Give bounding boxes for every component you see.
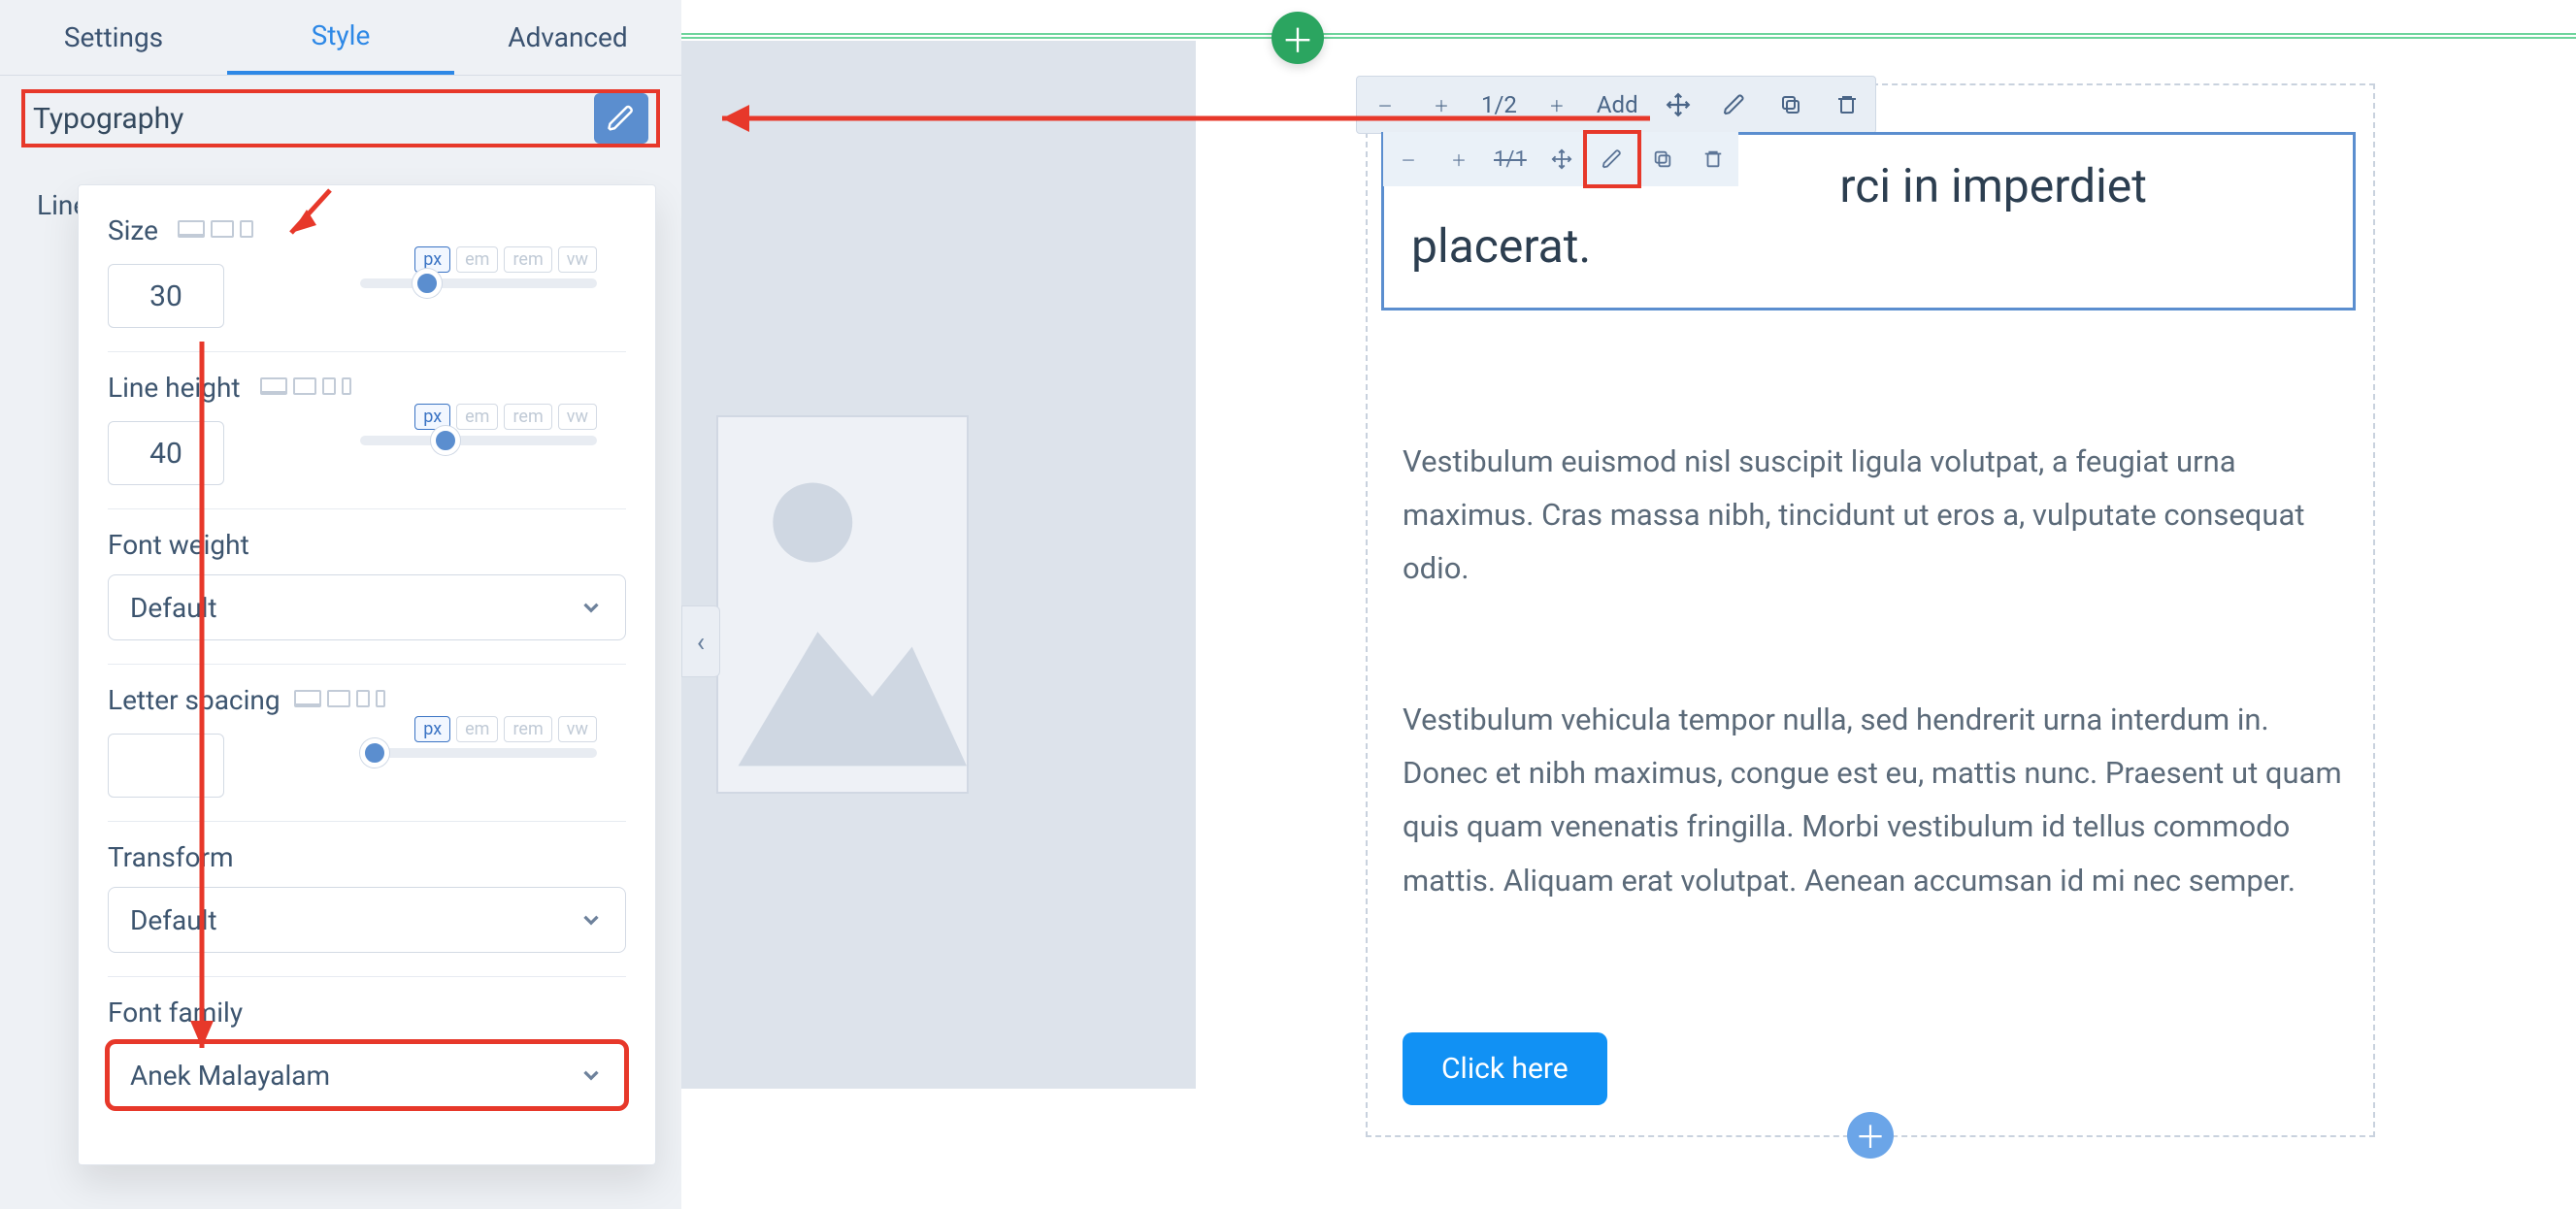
font-weight-select[interactable]: Default <box>108 574 626 640</box>
trash-icon[interactable] <box>1819 76 1875 134</box>
pencil-icon[interactable] <box>594 93 648 144</box>
size-label: Size <box>108 214 158 246</box>
plus-icon[interactable]: ＋ <box>1529 76 1585 134</box>
tab-style[interactable]: Style <box>227 0 454 75</box>
font-weight-value: Default <box>130 592 217 624</box>
unit-px[interactable]: px <box>414 246 450 273</box>
element-toolbar: － ＋ 1/1 <box>1383 132 1738 186</box>
plus-icon[interactable]: ＋ <box>1413 76 1470 134</box>
image-placeholder[interactable] <box>716 415 969 794</box>
image-icon <box>718 417 967 792</box>
typography-flyout: Size px em rem vw 30 Line height px em r… <box>78 184 656 1165</box>
unit-px[interactable]: px <box>414 716 450 742</box>
chevron-down-icon <box>578 595 604 620</box>
add-label[interactable]: Add <box>1585 76 1650 134</box>
chevron-down-icon <box>578 907 604 932</box>
size-input[interactable]: 30 <box>108 264 224 328</box>
letter-spacing-group: Letter spacing px em rem vw <box>108 665 626 822</box>
trash-icon[interactable] <box>1688 134 1738 184</box>
tab-settings[interactable]: Settings <box>0 0 227 75</box>
typography-section-header[interactable]: Typography <box>21 89 660 147</box>
duplicate-icon[interactable] <box>1637 134 1688 184</box>
move-icon[interactable] <box>1536 134 1587 184</box>
unit-rem[interactable]: rem <box>504 246 551 273</box>
cta-button[interactable]: Click here <box>1403 1032 1607 1105</box>
collapse-panel-button[interactable]: ‹ <box>681 605 720 677</box>
line-height-label: Line height <box>108 372 241 404</box>
duplicate-icon[interactable] <box>1763 76 1819 134</box>
unit-vw[interactable]: vw <box>558 404 597 430</box>
letter-spacing-slider[interactable] <box>360 748 597 758</box>
inspector-tabs: Settings Style Advanced <box>0 0 681 76</box>
line-height-slider[interactable] <box>360 436 597 445</box>
unit-em[interactable]: em <box>456 404 498 430</box>
transform-group: Transform Default <box>108 822 626 977</box>
font-family-select[interactable]: Anek Malayalam <box>108 1042 626 1108</box>
element-ratio: 1/1 <box>1484 134 1536 184</box>
chevron-down-icon <box>578 1062 604 1088</box>
minus-icon[interactable]: － <box>1383 134 1434 184</box>
unit-em[interactable]: em <box>456 246 498 273</box>
pencil-icon[interactable] <box>1587 134 1637 184</box>
unit-rem[interactable]: rem <box>504 404 551 430</box>
editor-canvas: ＋ ‹ － ＋ 1/2 ＋ Add － ＋ 1/1 <box>681 0 2576 1209</box>
add-element-button[interactable]: ＋ <box>1847 1112 1894 1159</box>
typography-label: Typography <box>33 102 594 136</box>
unit-vw[interactable]: vw <box>558 246 597 273</box>
letter-spacing-input[interactable] <box>108 734 224 798</box>
text-column[interactable]: － ＋ 1/2 ＋ Add － ＋ 1/1 Lorem ipsum dolor … <box>1366 83 2375 1137</box>
image-column[interactable] <box>681 41 1196 1089</box>
ls-units[interactable]: px em rem vw <box>414 716 597 742</box>
size-group: Size px em rem vw 30 <box>108 195 626 352</box>
responsive-toggle[interactable] <box>178 220 253 238</box>
paragraph-1[interactable]: Vestibulum euismod nisl suscipit ligula … <box>1403 435 2344 596</box>
paragraph-2[interactable]: Vestibulum vehicula tempor nulla, sed he… <box>1403 693 2344 907</box>
unit-rem[interactable]: rem <box>504 716 551 742</box>
size-units[interactable]: px em rem vw <box>414 246 597 273</box>
responsive-toggle[interactable] <box>294 690 385 707</box>
move-icon[interactable] <box>1650 76 1706 134</box>
inspector-panel: Settings Style Advanced Typography Line … <box>0 0 681 1209</box>
minus-icon[interactable]: － <box>1357 76 1413 134</box>
add-section-button[interactable]: ＋ <box>1271 12 1324 64</box>
line-height-input[interactable]: 40 <box>108 421 224 485</box>
unit-em[interactable]: em <box>456 716 498 742</box>
transform-value: Default <box>130 904 217 936</box>
font-weight-group: Font weight Default <box>108 509 626 665</box>
font-family-value: Anek Malayalam <box>130 1060 330 1092</box>
responsive-toggle[interactable] <box>260 377 351 395</box>
letter-spacing-label: Letter spacing <box>108 684 281 716</box>
row-toolbar: － ＋ 1/2 ＋ Add <box>1356 76 1876 134</box>
column-ratio: 1/2 <box>1470 76 1529 134</box>
tab-advanced[interactable]: Advanced <box>454 0 681 75</box>
font-family-label: Font family <box>108 997 626 1029</box>
pencil-icon[interactable] <box>1706 76 1763 134</box>
font-weight-label: Font weight <box>108 529 626 561</box>
size-slider[interactable] <box>360 278 597 288</box>
line-height-group: Line height px em rem vw 40 <box>108 352 626 509</box>
section-divider <box>681 33 2576 39</box>
font-family-group: Font family Anek Malayalam <box>108 977 626 1131</box>
plus-icon[interactable]: ＋ <box>1434 134 1484 184</box>
transform-select[interactable]: Default <box>108 887 626 953</box>
unit-vw[interactable]: vw <box>558 716 597 742</box>
transform-label: Transform <box>108 841 626 873</box>
